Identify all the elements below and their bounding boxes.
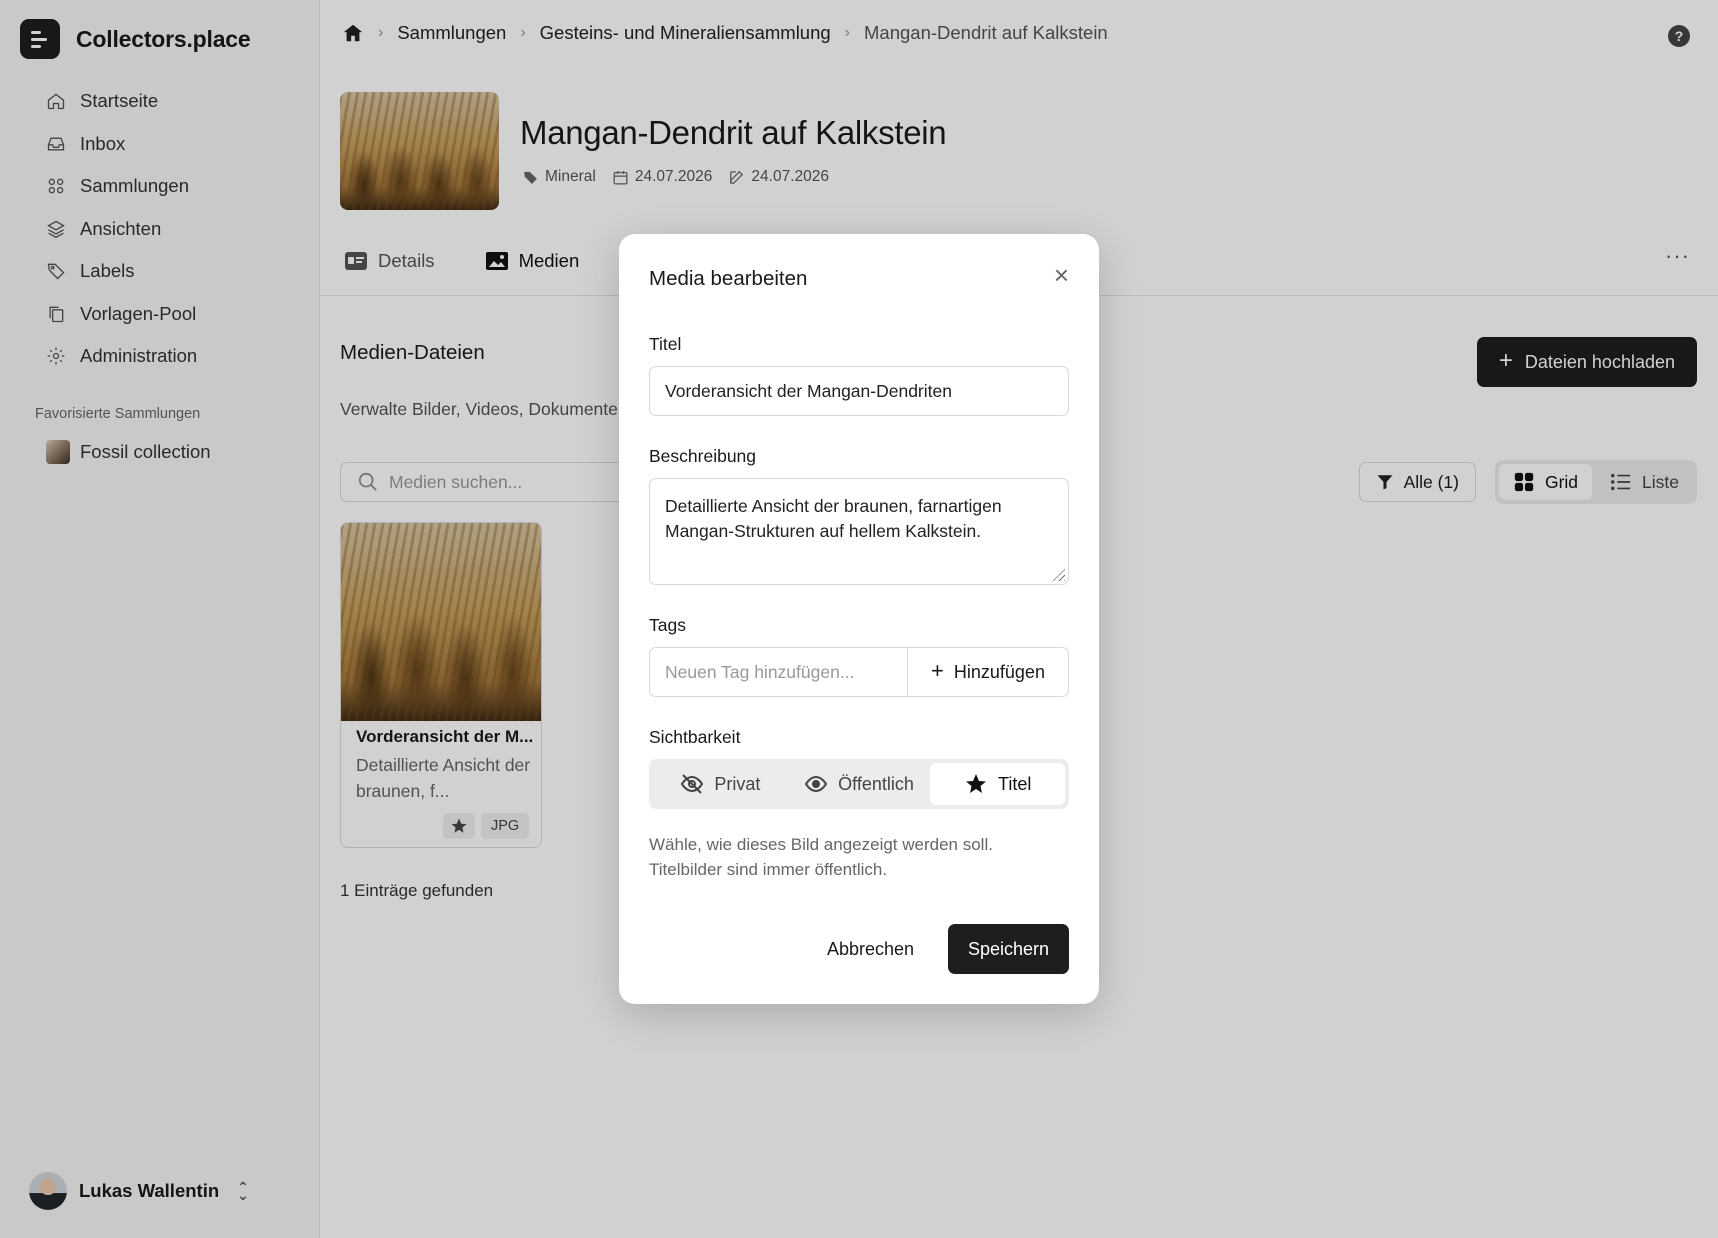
visibility-option-label: Öffentlich xyxy=(838,773,914,794)
tags-control: Neuen Tag hinzufügen... + Hinzufügen xyxy=(649,647,1069,697)
visibility-option-label: Privat xyxy=(714,773,761,794)
title-field-label: Titel xyxy=(649,334,682,354)
title-input-value: Vorderansicht der Mangan-Dendriten xyxy=(665,380,952,401)
tag-input-placeholder: Neuen Tag hinzufügen... xyxy=(665,661,855,682)
visibility-option-titel[interactable]: Titel xyxy=(930,763,1066,805)
close-icon[interactable]: × xyxy=(1054,262,1069,288)
description-textarea[interactable]: Detaillierte Ansicht der braunen, farnar… xyxy=(649,478,1069,585)
add-tag-button[interactable]: + Hinzufügen xyxy=(908,648,1068,696)
star-icon xyxy=(966,774,986,793)
tags-field-label: Tags xyxy=(649,615,686,635)
title-input[interactable]: Vorderansicht der Mangan-Dendriten xyxy=(649,366,1069,416)
visibility-option-privat[interactable]: Privat xyxy=(653,763,788,805)
plus-icon: + xyxy=(931,658,944,683)
resize-handle-icon[interactable] xyxy=(1051,567,1065,581)
visibility-option-oeffentlich[interactable]: Öffentlich xyxy=(792,763,927,805)
edit-media-dialog: Media bearbeiten × Titel Vorderansicht d… xyxy=(619,234,1099,1004)
visibility-segmented-control: Privat Öffentlich Titel xyxy=(649,759,1069,809)
save-button[interactable]: Speichern xyxy=(947,924,1069,974)
visibility-field-label: Sichtbarkeit xyxy=(649,727,741,747)
tag-input[interactable]: Neuen Tag hinzufügen... xyxy=(650,648,908,696)
description-value: Detaillierte Ansicht der braunen, farnar… xyxy=(665,496,1002,541)
add-tag-label: Hinzufügen xyxy=(953,661,1045,682)
visibility-hint: Wähle, wie dieses Bild angezeigt werden … xyxy=(649,835,993,879)
dialog-title: Media bearbeiten xyxy=(649,267,808,290)
description-field-label: Beschreibung xyxy=(649,446,757,466)
cancel-button[interactable]: Abbrechen xyxy=(809,924,932,974)
eye-off-icon xyxy=(681,774,704,794)
eye-icon xyxy=(804,775,828,793)
visibility-option-label: Titel xyxy=(998,773,1032,794)
